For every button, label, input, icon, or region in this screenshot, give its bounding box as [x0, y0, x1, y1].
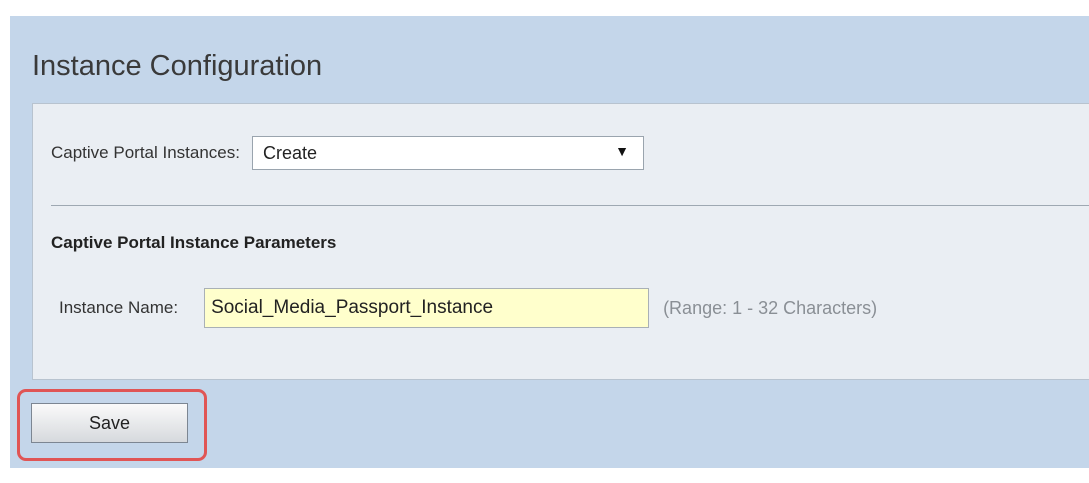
config-panel: Captive Portal Instances: Create ▼ Capti… — [32, 103, 1089, 380]
page-title: Instance Configuration — [32, 50, 323, 82]
instances-select-value: Create — [262, 143, 318, 163]
parameters-heading: Captive Portal Instance Parameters — [51, 233, 337, 252]
instances-select[interactable]: Create ▼ — [251, 136, 644, 170]
instance-name-row: Instance Name: (Range: 1 - 32 Characters… — [59, 288, 877, 328]
instances-row: Captive Portal Instances: Create ▼ — [51, 136, 644, 170]
instances-label: Captive Portal Instances: — [51, 143, 240, 162]
instance-name-input[interactable] — [204, 288, 650, 328]
dropdown-arrow-icon[interactable]: ▼ — [615, 143, 629, 159]
section-divider — [51, 205, 1089, 206]
instance-name-label: Instance Name: — [59, 298, 179, 317]
save-button[interactable]: Save — [31, 403, 188, 443]
range-hint: (Range: 1 - 32 Characters) — [663, 297, 878, 318]
